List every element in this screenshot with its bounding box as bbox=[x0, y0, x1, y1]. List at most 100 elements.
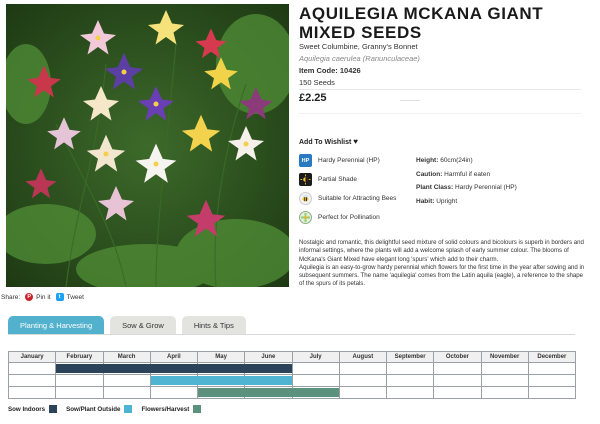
calendar-cell bbox=[480, 362, 529, 375]
calendar-cell bbox=[527, 386, 577, 399]
share-label: Share: bbox=[1, 293, 21, 301]
calendar-cell bbox=[385, 362, 435, 375]
seed-count: 150 Seeds bbox=[299, 78, 335, 87]
calendar-cell bbox=[338, 374, 388, 387]
calendar-cell bbox=[196, 386, 246, 399]
calendar-cell bbox=[338, 362, 388, 375]
columbine-flowers-illustration bbox=[6, 4, 289, 287]
month-header: April bbox=[149, 351, 199, 363]
attribute-partial-shade: Partial Shade bbox=[299, 171, 411, 188]
calendar-cell bbox=[385, 386, 435, 399]
info-tabs: Planting & Harvesting Sow & Grow Hints &… bbox=[8, 316, 246, 334]
calendar-cell bbox=[433, 362, 482, 375]
calendar-row bbox=[7, 386, 577, 399]
calendar-cell bbox=[291, 374, 340, 387]
twitter-label: Tweet bbox=[66, 293, 84, 301]
legend-label: Flowers/Harvest bbox=[141, 405, 190, 413]
hardy-perennial-icon: HP bbox=[299, 154, 312, 167]
calendar-cell bbox=[149, 362, 199, 375]
calendar-cell bbox=[291, 362, 340, 375]
month-header: October bbox=[433, 351, 482, 363]
add-to-wishlist-link[interactable]: Add To Wishlist ♥ bbox=[299, 137, 358, 146]
common-names: Sweet Columbine, Granny's Bonnet bbox=[299, 42, 418, 51]
calendar-cell bbox=[480, 386, 529, 399]
spec-plant-class: Plant Class: Hardy Perennial (HP) bbox=[416, 184, 517, 191]
attribute-pollination: Perfect for Pollination bbox=[299, 209, 411, 226]
calendar-cell bbox=[102, 362, 151, 375]
pollination-icon bbox=[299, 211, 312, 224]
description-paragraph: Nostalgic and romantic, this delightful … bbox=[299, 239, 584, 263]
month-header: June bbox=[244, 351, 293, 363]
calendar-row bbox=[7, 362, 577, 375]
item-code-value: 10426 bbox=[339, 66, 361, 75]
calendar-cell bbox=[102, 386, 151, 399]
partial-shade-icon bbox=[299, 173, 312, 186]
calendar-bar bbox=[150, 376, 198, 385]
calendar-cell bbox=[385, 374, 435, 387]
month-header: August bbox=[338, 351, 388, 363]
tab-planting-harvesting[interactable]: Planting & Harvesting bbox=[8, 316, 105, 334]
wishlist-label: Add To Wishlist bbox=[299, 139, 352, 146]
calendar-cell bbox=[527, 374, 577, 387]
product-title: AQUILEGIA MCKANA GIANT MIXED SEEDS bbox=[299, 4, 544, 42]
bee-icon bbox=[299, 192, 312, 205]
calendar-cell bbox=[149, 386, 199, 399]
calendar-cell bbox=[527, 362, 577, 375]
planting-calendar: January February March April May June July Augu… bbox=[7, 351, 577, 399]
divider bbox=[400, 100, 420, 101]
legend-swatch-sow-outside bbox=[124, 405, 133, 413]
calendar-cell bbox=[102, 374, 151, 387]
month-header: February bbox=[55, 351, 104, 363]
calendar-cell bbox=[244, 386, 293, 399]
spec-caution: Caution: Harmful if eaten bbox=[416, 170, 491, 178]
calendar-bar bbox=[56, 364, 104, 373]
attribute-bees: Suitable for Attracting Bees bbox=[299, 190, 411, 207]
twitter-share-button[interactable]: t Tweet bbox=[55, 293, 84, 301]
heart-icon: ♥ bbox=[353, 137, 359, 146]
attribute-label: Hardy Perennial (HP) bbox=[318, 157, 380, 164]
product-image[interactable] bbox=[6, 4, 289, 287]
calendar-cell bbox=[7, 362, 57, 375]
twitter-icon: t bbox=[55, 293, 64, 301]
pinterest-icon: P bbox=[25, 293, 34, 301]
calendar-row bbox=[7, 374, 577, 387]
calendar-cell bbox=[7, 374, 57, 387]
calendar-bar bbox=[197, 364, 246, 373]
pinterest-label: Pin it bbox=[36, 293, 51, 301]
calendar-cell bbox=[338, 386, 388, 399]
calendar-cell bbox=[433, 374, 482, 387]
calendar-cell bbox=[55, 386, 104, 399]
attribute-hardy-perennial: HP Hardy Perennial (HP) bbox=[299, 152, 411, 169]
calendar-cell bbox=[7, 386, 57, 399]
calendar-bar bbox=[244, 376, 292, 385]
month-header: September bbox=[385, 351, 435, 363]
calendar-bar bbox=[198, 388, 246, 397]
month-header: January bbox=[7, 351, 57, 363]
month-header: March bbox=[102, 351, 151, 363]
attribute-label: Suitable for Attracting Bees bbox=[318, 195, 397, 202]
calendar-cell bbox=[480, 374, 529, 387]
attribute-label: Partial Shade bbox=[318, 176, 358, 183]
pinterest-share-button[interactable]: P Pin it bbox=[25, 293, 51, 301]
month-header: December bbox=[527, 351, 577, 363]
spec-height: Height: 60cm(24in) bbox=[416, 157, 473, 164]
calendar-bar bbox=[102, 364, 151, 373]
tab-sow-grow[interactable]: Sow & Grow bbox=[110, 316, 176, 334]
calendar-bar bbox=[244, 388, 293, 397]
legend-swatch-sow-indoors bbox=[49, 405, 58, 413]
latin-name: Aquilegia caerulea (Ranunculaceae) bbox=[299, 54, 420, 63]
calendar-cell bbox=[55, 362, 104, 375]
calendar-bar bbox=[197, 376, 246, 385]
tab-hints-tips[interactable]: Hints & Tips bbox=[181, 316, 246, 334]
product-description: Nostalgic and romantic, this delightful … bbox=[299, 239, 587, 289]
attribute-list: HP Hardy Perennial (HP) Partial Shade Su… bbox=[299, 152, 411, 228]
calendar-cell bbox=[291, 386, 340, 399]
calendar-cell bbox=[196, 362, 246, 375]
calendar-cell bbox=[149, 374, 199, 387]
calendar-legend: Sow Indoors Sow/Plant Outside Flowers/Ha… bbox=[8, 405, 206, 413]
spec-list: Height: 60cm(24in) Caution: Harmful if e… bbox=[416, 154, 596, 208]
spec-habit: Habit: Upright bbox=[416, 197, 458, 205]
legend-swatch-flowers bbox=[193, 405, 202, 413]
calendar-cell bbox=[433, 386, 482, 399]
legend-label: Sow/Plant Outside bbox=[66, 405, 121, 413]
